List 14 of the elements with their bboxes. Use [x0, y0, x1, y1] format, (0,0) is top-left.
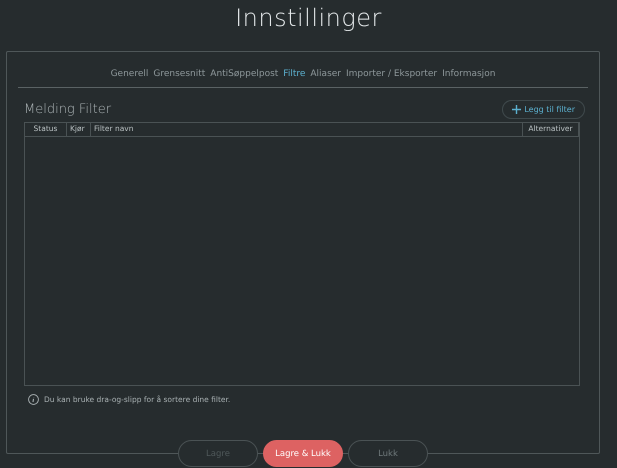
settings-tab[interactable]: Aliaser: [310, 69, 341, 79]
settings-tab[interactable]: Grensesnitt: [153, 69, 206, 79]
settings-tab[interactable]: Informasjon: [442, 69, 496, 79]
settings-tab[interactable]: Importer / Eksporter: [346, 69, 438, 79]
add-filter-button[interactable]: Legg til filter: [502, 100, 585, 119]
plus-icon: [512, 105, 522, 114]
section-title: Melding Filter: [24, 102, 112, 117]
info-icon: [28, 394, 39, 405]
page-title: Innstillinger: [235, 4, 382, 34]
settings-tab[interactable]: Generell: [110, 69, 148, 79]
settings-tab[interactable]: Filtre: [283, 69, 306, 79]
save-close-button[interactable]: Lagre & Lukk: [263, 440, 343, 467]
dialog-button[interactable]: Lukk: [348, 440, 428, 467]
settings-tab[interactable]: AntiSøppelpost: [210, 69, 278, 79]
